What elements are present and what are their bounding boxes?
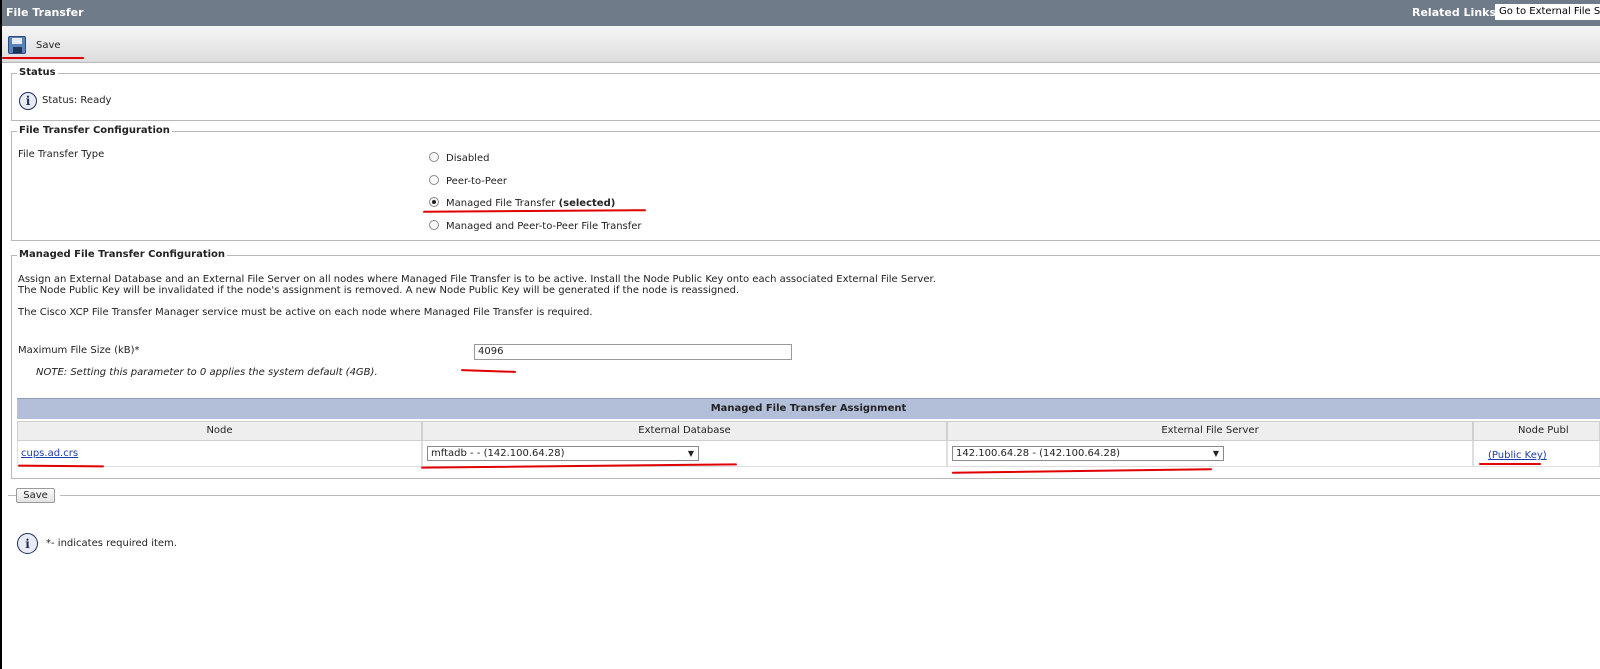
external-file-server-select[interactable]: 142.100.64.28 - (142.100.64.28) ▼ [952,446,1224,461]
mft-description-line-3: The Cisco XCP File Transfer Manager serv… [18,307,593,318]
column-header-node-public-key: Node Publ [1473,421,1600,441]
node-link[interactable]: cups.ad.crs [21,448,78,459]
annotation-underline-public-key [1479,463,1541,465]
info-icon: i [19,92,37,110]
annotation-underline-save [2,57,84,59]
status-legend: Status [17,67,58,78]
radio-managed-and-peer[interactable] [429,220,439,230]
floppy-disk-icon [8,36,26,54]
footer-divider-left [8,495,16,496]
assignment-table-title: Managed File Transfer Assignment [17,398,1600,419]
external-file-server-value: 142.100.64.28 - (142.100.64.28) [956,448,1121,459]
column-header-node: Node [17,421,422,441]
status-text: Status: Ready [42,95,112,106]
table-row: cups.ad.crs [17,441,422,467]
mft-description-line-2: The Node Public Key will be invalidated … [18,285,740,296]
public-key-link[interactable]: (Public Key) [1488,450,1547,461]
status-section: Status i Status: Ready [11,67,1600,121]
footer-divider [60,495,1600,496]
radio-disabled-label: Disabled [446,153,490,164]
selected-marker: (selected) [558,198,616,209]
footer-save-button[interactable]: Save [16,488,55,503]
max-file-size-note: NOTE: Setting this parameter to 0 applie… [36,367,378,378]
column-header-external-database: External Database [422,421,947,441]
radio-peer-to-peer[interactable] [429,175,439,185]
external-file-server-cell: 142.100.64.28 - (142.100.64.28) ▼ [947,441,1473,467]
toolbar-save-label: Save [36,39,61,51]
related-links-label: Related Links: [1412,6,1501,19]
external-database-value: mftadb - - (142.100.64.28) [431,448,565,459]
max-file-size-label: Maximum File Size (kB)* [18,345,140,356]
file-transfer-config-section: File Transfer Configuration File Transfe… [11,125,1600,241]
title-bar: File Transfer Related Links: Go to Exter… [2,0,1600,26]
toolbar: Save [2,26,1600,63]
dropdown-arrow-icon: ▼ [687,449,694,458]
related-links-select[interactable]: Go to External File S [1495,4,1600,20]
mft-config-legend: Managed File Transfer Configuration [17,249,228,260]
dropdown-arrow-icon: ▼ [1212,449,1219,458]
page-title: File Transfer [6,6,84,19]
radio-managed-and-peer-label: Managed and Peer-to-Peer File Transfer [446,221,642,232]
required-info-icon: i [17,533,38,554]
radio-managed-file-transfer[interactable] [429,197,439,207]
window-left-border [0,0,2,669]
required-item-note: *- indicates required item. [46,538,177,549]
file-transfer-config-legend: File Transfer Configuration [17,125,172,136]
column-header-external-file-server: External File Server [947,421,1473,441]
max-file-size-input[interactable]: 4096 [474,344,792,360]
file-transfer-type-label: File Transfer Type [18,149,105,160]
radio-peer-to-peer-label: Peer-to-Peer [446,176,507,187]
mft-description-line-1: Assign an External Database and an Exter… [18,274,936,285]
toolbar-save-button[interactable]: Save [8,34,72,56]
radio-managed-file-transfer-label: Managed File Transfer (selected) [446,198,616,209]
external-database-select[interactable]: mftadb - - (142.100.64.28) ▼ [427,446,699,461]
radio-disabled[interactable] [429,152,439,162]
